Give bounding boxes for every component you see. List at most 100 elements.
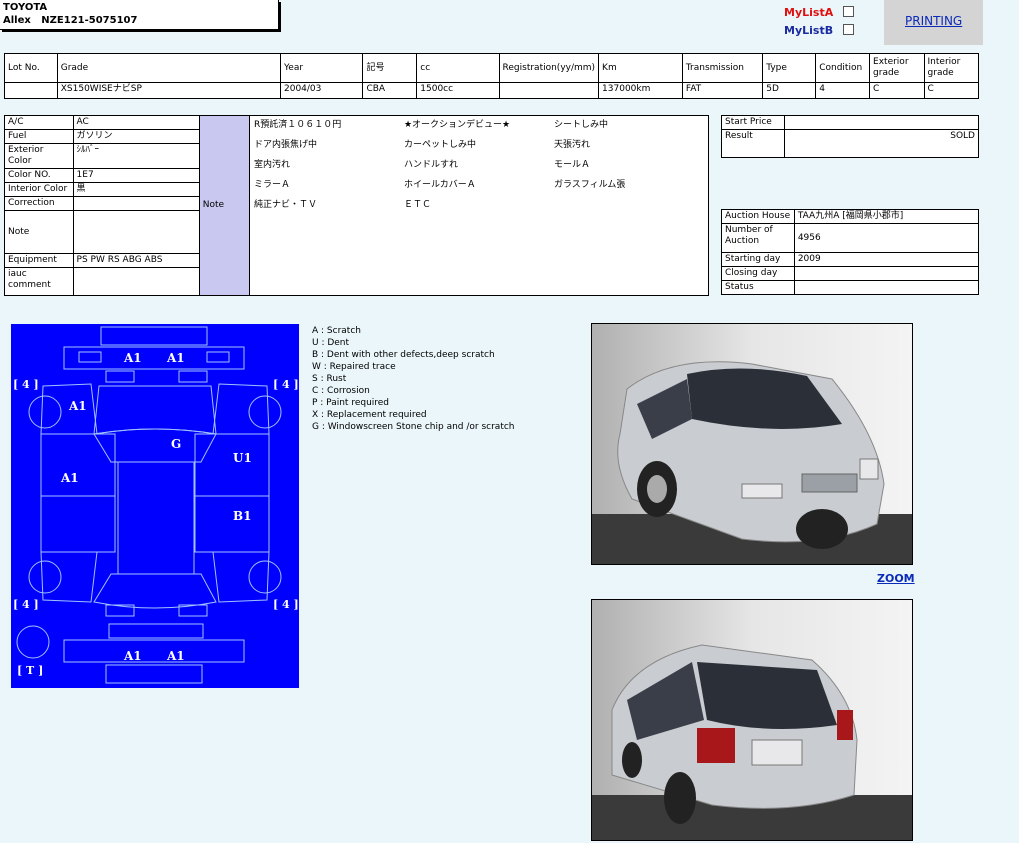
zoom-link[interactable]: ZOOM [877, 572, 915, 585]
spec-header-10: Exterior grade [869, 53, 925, 83]
exterior-color-value: ｼﾙﾊﾞｰ [72, 143, 200, 169]
notes-grid: R預託済１０６１０円 ★オークションデビュー★ シートしみ中 ドア内張焦げ中 カーペット… [254, 120, 704, 211]
result-value: SOLD [783, 129, 980, 158]
legend-item: P : Paint required [312, 398, 390, 408]
vehicle-chassis: NZE121-5075107 [41, 15, 138, 26]
color-no-label: Color NO. [4, 168, 74, 183]
interior-color-label: Interior Color [4, 182, 74, 197]
legend-item: B : Dent with other defects,deep scratch [312, 350, 495, 360]
spec-value-row: XS150WISEナビSP 2004/03 CBA 1500cc 137000km FAT… [4, 82, 980, 99]
vehicle-model: Allex [3, 15, 31, 26]
starting-day-value: 2009 [793, 252, 980, 267]
mark-rear-right: A1 [166, 649, 185, 663]
starting-day-label: Starting day [721, 252, 795, 267]
note-item: ＥＴＣ [403, 200, 431, 210]
damage-legend: A : Scratch U : Dent B : Dent with other d… [312, 325, 515, 433]
note-item: 天張汚れ [553, 140, 590, 150]
spec-value-10: C [869, 82, 925, 99]
printing-link[interactable]: PRINTING [905, 14, 962, 28]
legend-item: A : Scratch [312, 326, 361, 336]
car-rear-image [592, 600, 912, 840]
tire-front-left: [ 4 ] [13, 378, 39, 391]
spec-header-1: Grade [56, 53, 282, 83]
number-of-auction-value: 4956 [793, 223, 980, 253]
auction-table: Auction House TAA九州A [福岡県小郡市] Number of A… [721, 209, 980, 295]
vehicle-make: TOYOTA [3, 2, 48, 13]
mylist-b-label: MyListB [784, 24, 834, 37]
vehicle-title: TOYOTA Allex NZE121-5075107 [0, 0, 279, 30]
equipment-value: PS PW RS ABG ABS [72, 253, 710, 268]
correction-value [72, 196, 200, 211]
equipment-label: Equipment [4, 253, 74, 268]
tire-front-right: [ 4 ] [273, 378, 299, 391]
spec-value-7: FAT [681, 82, 764, 99]
mark-front-right: A1 [166, 351, 185, 365]
mark-fender-left: A1 [68, 399, 87, 413]
note-label: Note [4, 210, 74, 254]
spec-value-0 [4, 82, 58, 99]
note-item: ホイールカバーＡ [403, 180, 476, 190]
ac-label: A/C [4, 115, 74, 130]
mark-rear-left: A1 [123, 649, 142, 663]
spec-header-row: Lot No. Grade Year 記号 cc Registration(yy/mm) K… [4, 53, 980, 83]
mylist-b-checkbox[interactable] [843, 24, 854, 35]
legend-item: X : Replacement required [312, 410, 427, 420]
spec-header-9: Condition [815, 53, 871, 83]
start-price-value [783, 115, 980, 130]
note-item: 室内汚れ [253, 160, 290, 170]
auction-house-label: Auction House [721, 209, 795, 224]
spec-header-7: Transmission [681, 53, 764, 83]
note-value [72, 210, 200, 254]
note-item: シートしみ中 [553, 120, 608, 130]
tire-rear-left: [ 4 ] [13, 598, 39, 611]
vehicle-model-line: Allex NZE121-5075107 [3, 14, 275, 27]
spec-header-8: Type [762, 53, 817, 83]
spec-header-2: Year [279, 53, 364, 83]
spec-value-8: 5D [762, 82, 817, 99]
mark-door-left-front: A1 [60, 471, 79, 485]
spec-value-5 [498, 82, 600, 99]
legend-item: S : Rust [312, 374, 347, 384]
correction-label: Correction [4, 196, 74, 211]
car-photo-rear[interactable] [591, 599, 913, 841]
spec-value-2: 2004/03 [279, 82, 364, 99]
spec-header-5: Registration(yy/mm) [498, 53, 600, 83]
condition-diagram: A1 A1 A1 G U1 A1 B1 A1 A1 [ 4 ] [ 4 ] [ … [11, 324, 299, 688]
spec-value-4: 1500cc [416, 82, 500, 99]
note-item: ガラスフィルム張 [553, 180, 626, 190]
fuel-value: ガソリン [72, 129, 200, 144]
number-of-auction-label: Number of Auction [721, 223, 795, 253]
note-item: ★オークションデビュー★ [403, 120, 511, 130]
ac-value: AC [72, 115, 200, 130]
legend-item: U : Dent [312, 338, 350, 348]
legend-item: C : Corrosion [312, 386, 370, 396]
spec-header-11: Interior grade [923, 53, 980, 83]
auction-house-value: TAA九州A [福岡県小郡市] [793, 209, 980, 224]
result-label: Result [721, 129, 785, 158]
mylist-a-checkbox[interactable] [843, 6, 854, 17]
mylist-a-label: MyListA [784, 6, 834, 19]
printing-panel: PRINTING [884, 0, 983, 45]
car-photo-front[interactable] [591, 323, 913, 565]
interior-color-value: 黒 [72, 182, 200, 197]
start-price-label: Start Price [721, 115, 785, 130]
mark-door-right-front: U1 [233, 451, 252, 465]
spec-value-9: 4 [815, 82, 871, 99]
spec-header-0: Lot No. [4, 53, 58, 83]
fuel-label: Fuel [4, 129, 74, 144]
spec-value-6: 137000km [598, 82, 683, 99]
details-table: A/C AC Note R預託済１０６１０円 ★オークションデビュー★ シートしみ中… [4, 115, 710, 296]
closing-day-label: Closing day [721, 266, 795, 281]
legend-item: G : Windowscreen Stone chip and /or scra… [312, 422, 515, 432]
color-no-value: 1E7 [72, 168, 200, 183]
iauc-value [72, 267, 710, 296]
iauc-label: iauc comment [4, 267, 74, 296]
spec-header-3: 記号 [362, 53, 418, 83]
note-item: ドア内張焦げ中 [253, 140, 317, 150]
car-front-image [592, 324, 912, 564]
spec-value-1: XS150WISEナビSP [56, 82, 282, 99]
mark-front-left: A1 [123, 351, 142, 365]
tire-spare: [ T ] [17, 664, 43, 677]
note-item: カーペットしみ中 [403, 140, 476, 150]
tire-rear-right: [ 4 ] [273, 598, 299, 611]
